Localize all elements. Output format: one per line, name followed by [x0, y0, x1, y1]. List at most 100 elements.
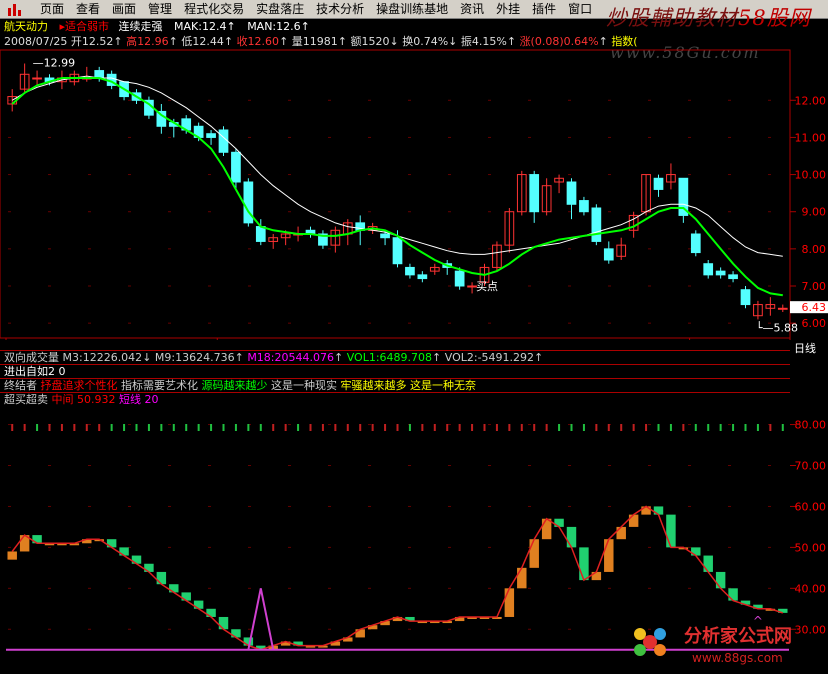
osc-bar [728, 588, 738, 601]
osc-bar [504, 588, 515, 617]
volume-m9: M9:13624.736 [154, 351, 235, 364]
buy-point-label: 买点 [476, 280, 498, 293]
signal-tick [781, 424, 784, 431]
signal-tick [110, 424, 113, 431]
osc-bar [641, 506, 651, 515]
ma-long-line [11, 75, 783, 257]
candle [206, 133, 216, 138]
osc-bar [131, 555, 142, 564]
osc-bar [169, 584, 179, 593]
price-axis-label: 8.00 [802, 243, 827, 256]
signal-tick [421, 424, 424, 431]
candle [740, 289, 751, 306]
signal-tick [669, 424, 672, 431]
signal-tick [210, 424, 213, 431]
signal-tick [533, 424, 536, 431]
osc-bar [355, 629, 365, 638]
volume-legend: 双向成交量 M3:12226.042↓ M9:13624.736↑ M18:20… [4, 351, 544, 364]
signal-tick [334, 424, 337, 431]
signal-tick [620, 424, 623, 431]
osc-bar [579, 547, 589, 581]
osc-axis-label: 70.00 [795, 460, 827, 473]
osc-axis-label: 50.00 [795, 541, 827, 554]
candle [218, 129, 229, 153]
signal-tick [471, 424, 474, 431]
osc-bar [715, 571, 726, 589]
signal-tick [48, 424, 51, 431]
price-axis-label: 12.00 [795, 94, 827, 107]
signal-tick [632, 424, 635, 431]
watermark-88gs-url: www.88gs.com [692, 651, 783, 665]
signal-tick [197, 424, 200, 431]
signal-tick [433, 424, 436, 431]
osc-bar [231, 629, 241, 638]
candle [653, 177, 664, 190]
osc-bar [703, 555, 713, 572]
volume-m18: M18:20544.076 [247, 351, 334, 364]
signal-tick [309, 424, 312, 431]
osc-bar [7, 551, 17, 560]
signal-tick [160, 424, 163, 431]
osc-bar [591, 571, 602, 581]
signal-tick [147, 424, 150, 431]
signal-tick [744, 424, 747, 431]
signal-tick [483, 424, 486, 431]
signal-tick [458, 424, 461, 431]
osc-bar [666, 514, 676, 548]
signal-tick [297, 424, 300, 431]
signal-tick [694, 424, 697, 431]
signal-tick [769, 424, 772, 431]
signal-tick [582, 424, 585, 431]
candle [777, 307, 788, 310]
signal-tick [570, 424, 573, 431]
osc-bar [628, 514, 639, 527]
signal-tick [719, 424, 722, 431]
indicator-jinchu-name: 进出自如2 [4, 365, 55, 378]
signal-tick [732, 424, 735, 431]
signal-tick [259, 424, 262, 431]
signal-tick [396, 424, 399, 431]
signal-tick [272, 424, 275, 431]
daily-period-label[interactable]: 日线 [794, 340, 816, 356]
signal-tick [558, 424, 561, 431]
osc-bar [181, 592, 191, 601]
indicator-zhongjie-e: 牢骚越来越多 [340, 379, 407, 392]
signal-tick [508, 424, 511, 431]
osc-bar [32, 535, 42, 544]
signal-tick [85, 424, 88, 431]
candle [380, 233, 390, 239]
osc-axis-label: 40.00 [795, 582, 827, 595]
signal-tick [645, 424, 648, 431]
osc-bar [119, 547, 129, 556]
osc-bar [193, 600, 204, 609]
signal-tick [408, 424, 411, 431]
indicator-zhongjie-f: 这是一种无奈 [410, 379, 476, 392]
candle [579, 200, 589, 213]
osc-bar [206, 608, 216, 617]
volume-indicator-name: 双向成交量 [4, 351, 59, 364]
signal-tick [11, 424, 14, 431]
time-axis-label: 2008 [8, 338, 36, 340]
osc-bar [218, 616, 229, 630]
candle [32, 77, 42, 80]
indicator-jinchu: 进出自如2 0 [4, 365, 66, 379]
price-axis-label: 6.00 [802, 317, 827, 330]
signal-tick [135, 424, 138, 431]
osc-bar [529, 539, 539, 568]
divider [0, 364, 790, 365]
candle [690, 233, 701, 254]
indicator-zhongjie-b: 指标需要艺术化 [121, 379, 198, 392]
pinwheel-icon [634, 628, 666, 656]
osc-bar [144, 563, 154, 572]
price-chart[interactable]: 12.0011.0010.009.008.007.006.00200808091… [0, 0, 828, 340]
signal-tick [607, 424, 610, 431]
signal-tick [756, 424, 759, 431]
signal-tick [73, 424, 76, 431]
signal-tick [98, 424, 101, 431]
candle [566, 181, 577, 205]
signal-tick [359, 424, 362, 431]
watermark-88gs: 分析家公式网 www.88gs.com [634, 625, 792, 665]
osc-bar [653, 506, 664, 515]
osc-bar [106, 539, 117, 548]
signal-tick [222, 424, 225, 431]
